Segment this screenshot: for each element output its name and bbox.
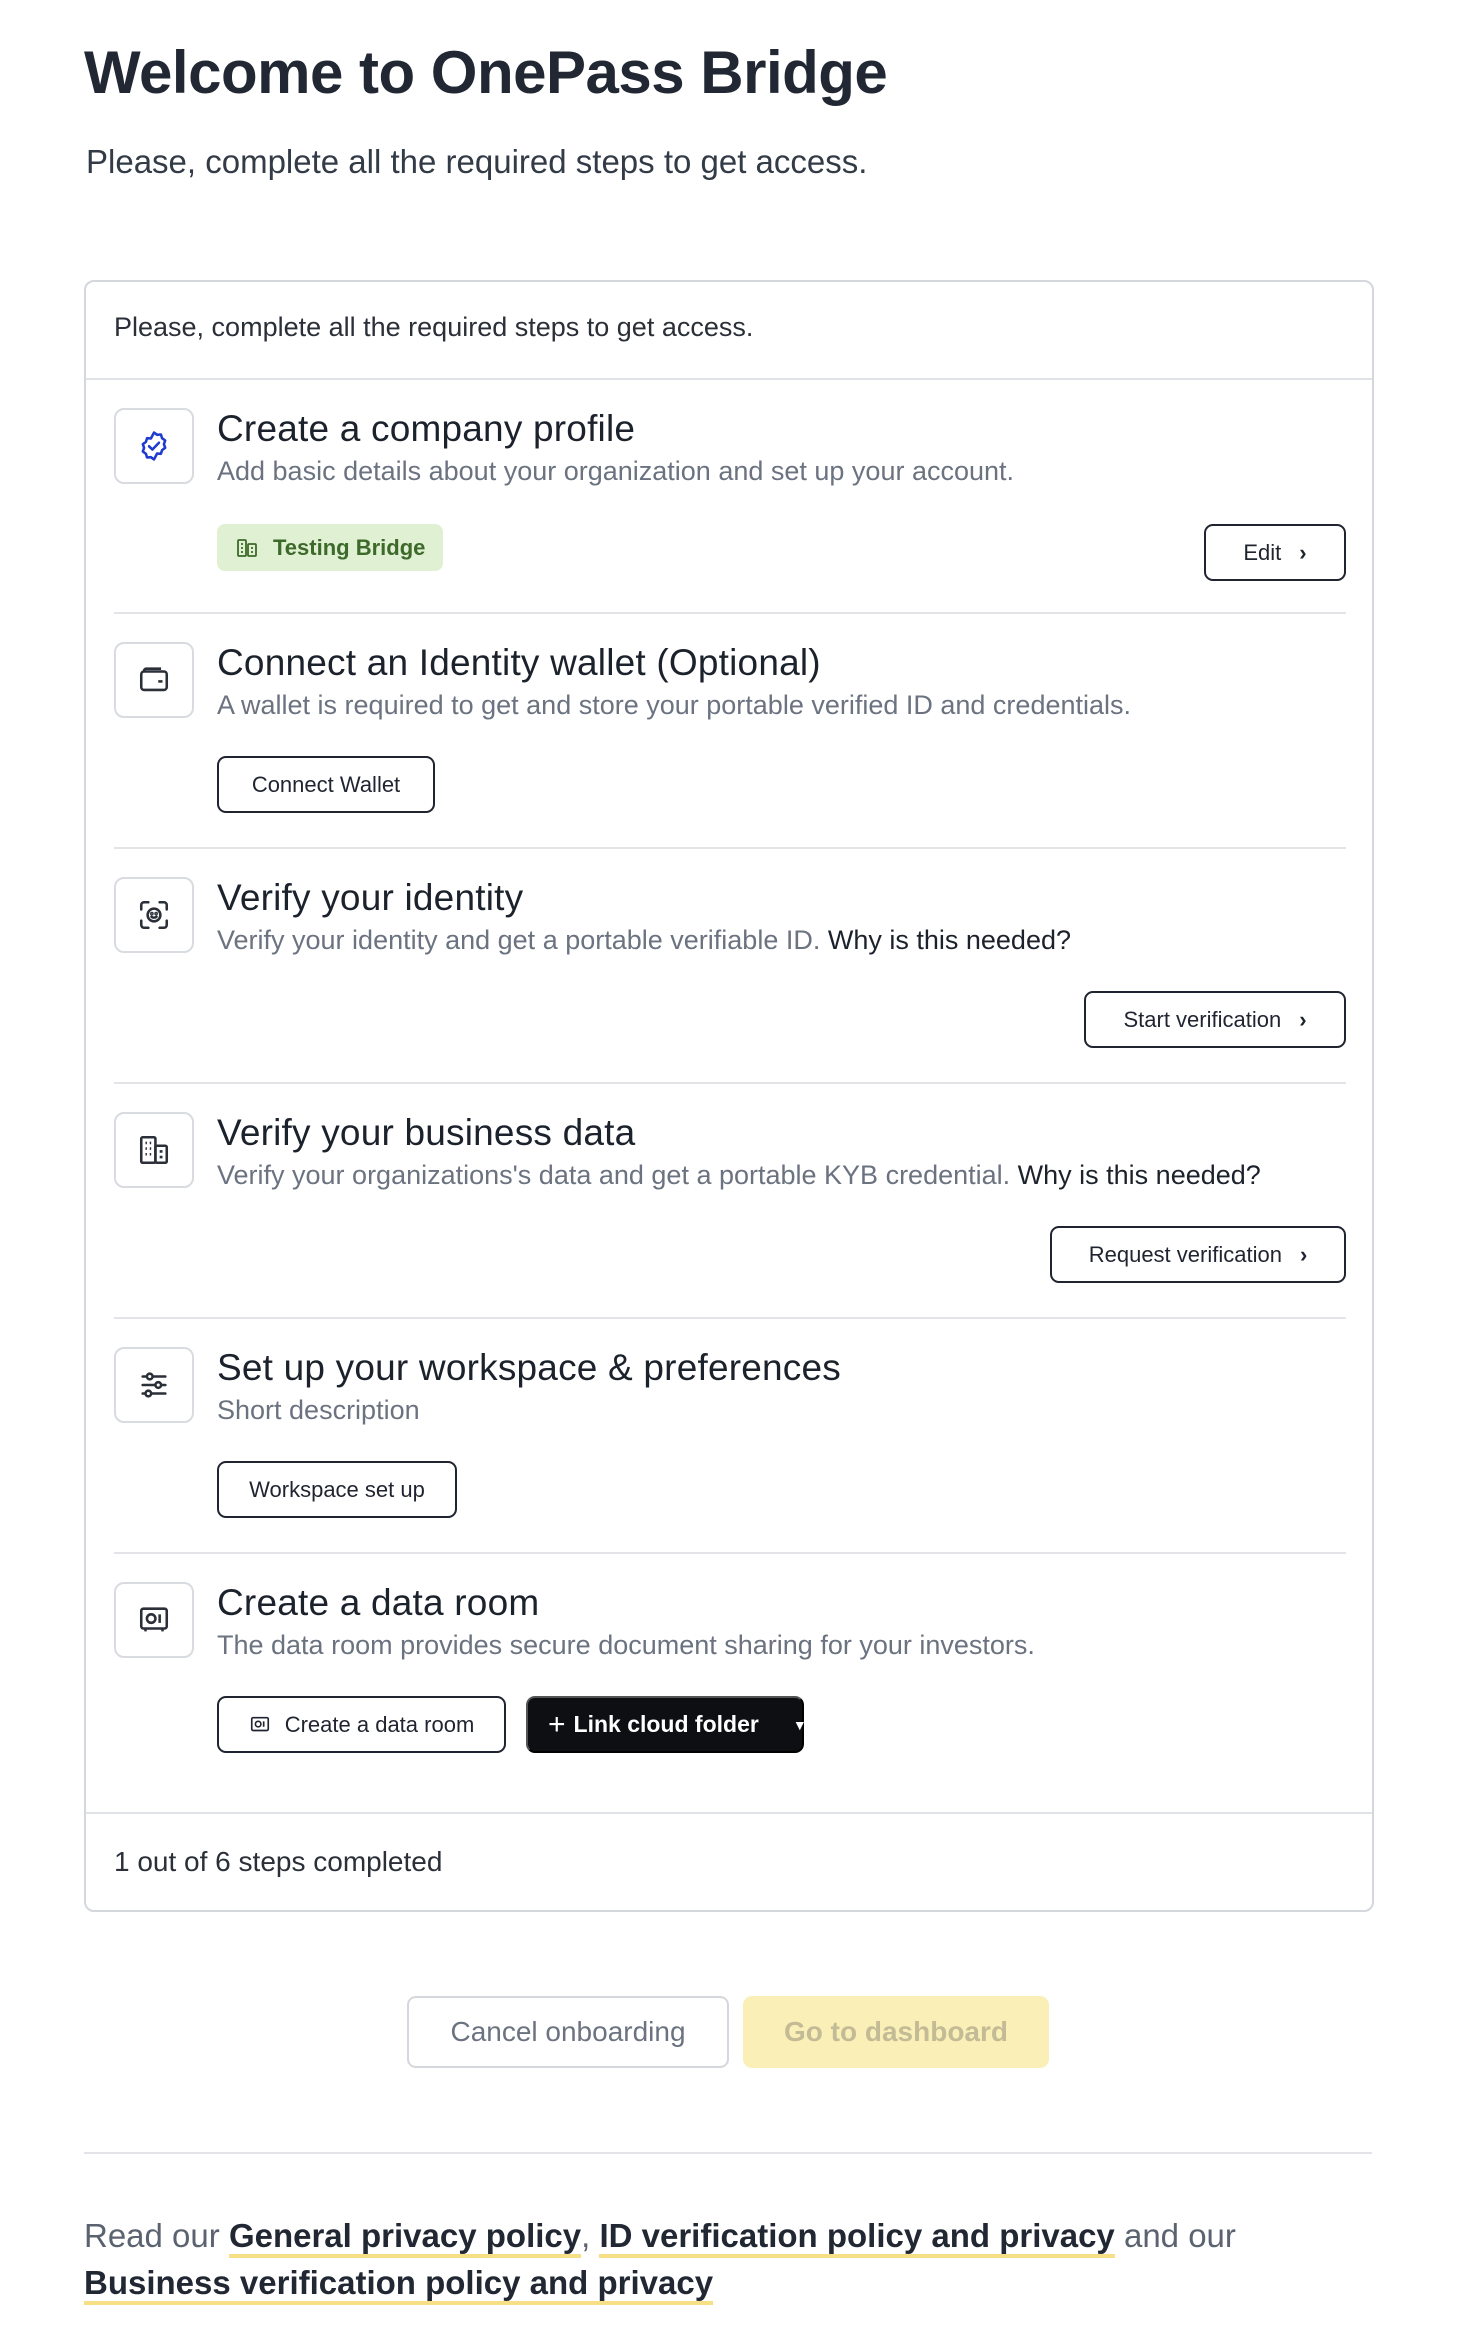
building-icon bbox=[114, 1112, 194, 1188]
wallet-icon bbox=[114, 642, 194, 718]
policy-prefix: Read our bbox=[84, 2217, 220, 2254]
id-verification-policy-link[interactable]: ID verification policy and privacy bbox=[599, 2217, 1115, 2258]
step-verify-business: Verify your business data Verify your or… bbox=[114, 1112, 1346, 1292]
step-verify-identity: Verify your identity Verify your identit… bbox=[114, 877, 1346, 1057]
edit-label: Edit bbox=[1243, 539, 1282, 565]
buildings-icon bbox=[237, 538, 257, 557]
chevron-right-icon: › bbox=[1299, 539, 1307, 565]
step-title: Create a data room bbox=[217, 1582, 540, 1623]
chevron-right-icon: › bbox=[1299, 1241, 1308, 1267]
step-title: Verify your business data bbox=[217, 1112, 636, 1153]
step-description: Verify your organizations's data and get… bbox=[217, 1160, 1261, 1191]
divider bbox=[114, 1082, 1346, 1084]
connect-wallet-button[interactable]: Connect Wallet bbox=[217, 756, 435, 813]
link-cloud-folder-button[interactable]: + Link cloud folder ▼ bbox=[526, 1696, 807, 1753]
step-workspace: Set up your workspace & preferences Shor… bbox=[114, 1347, 1346, 1527]
go-to-dashboard-button[interactable]: Go to dashboard bbox=[743, 1996, 1049, 2068]
divider bbox=[114, 612, 1346, 614]
policy-mid: and our bbox=[1123, 2217, 1236, 2254]
step-data-room: Create a data room The data room provide… bbox=[114, 1582, 1346, 1762]
policy-separator: , bbox=[581, 2217, 591, 2254]
step-description: A wallet is required to get and store yo… bbox=[217, 690, 1132, 720]
workspace-setup-button[interactable]: Workspace set up bbox=[217, 1461, 457, 1518]
request-verification-button[interactable]: Request verification › bbox=[1050, 1226, 1346, 1283]
business-verification-policy-link[interactable]: Business verification policy and privacy bbox=[84, 2264, 714, 2305]
sliders-icon bbox=[114, 1347, 194, 1423]
why-needed-link[interactable]: Why is this needed? bbox=[828, 925, 1071, 955]
general-privacy-link[interactable]: General privacy policy bbox=[228, 2217, 582, 2258]
create-data-room-label: Create a data room bbox=[284, 1711, 475, 1737]
divider bbox=[84, 2152, 1372, 2154]
step-description: Add basic details about your organizatio… bbox=[217, 456, 1015, 486]
step-description-text: Verify your identity and get a portable … bbox=[217, 925, 821, 955]
chevron-right-icon: › bbox=[1299, 1006, 1307, 1032]
step-description: The data room provides secure document s… bbox=[217, 1630, 1035, 1660]
divider bbox=[114, 1552, 1346, 1554]
caret-down-icon[interactable]: ▼ bbox=[793, 1717, 807, 1733]
company-name-badge: Testing Bridge bbox=[217, 524, 444, 571]
steps-card-header: Please, complete all the required steps … bbox=[86, 282, 1372, 380]
step-connect-wallet: Connect an Identity wallet (Optional) A … bbox=[114, 642, 1346, 822]
edit-company-button[interactable]: Edit › bbox=[1204, 524, 1346, 581]
start-verification-label: Start verification bbox=[1123, 1006, 1282, 1032]
divider bbox=[114, 847, 1346, 849]
start-verification-button[interactable]: Start verification › bbox=[1084, 991, 1346, 1048]
company-name: Testing Bridge bbox=[273, 534, 426, 560]
request-verification-label: Request verification bbox=[1088, 1241, 1282, 1267]
cancel-onboarding-button[interactable]: Cancel onboarding bbox=[407, 1996, 729, 2068]
vault-icon bbox=[114, 1582, 194, 1658]
face-scan-icon bbox=[114, 877, 194, 953]
divider bbox=[114, 1317, 1346, 1319]
action-bar: Cancel onboarding Go to dashboard bbox=[84, 1996, 1372, 2068]
step-title: Create a company profile bbox=[217, 408, 636, 449]
policy-notice: Read our General privacy policy, ID veri… bbox=[84, 2212, 1372, 2306]
step-title: Connect an Identity wallet (Optional) bbox=[217, 642, 821, 683]
step-company-profile: Create a company profile Add basic detai… bbox=[114, 408, 1346, 581]
step-description: Short description bbox=[217, 1395, 420, 1425]
create-data-room-button[interactable]: Create a data room bbox=[217, 1696, 506, 1753]
page-subtitle: Please, complete all the required steps … bbox=[86, 143, 868, 180]
step-description-text: Verify your organizations's data and get… bbox=[217, 1160, 1011, 1190]
why-needed-link[interactable]: Why is this needed? bbox=[1018, 1160, 1261, 1190]
verified-badge-icon bbox=[114, 408, 194, 484]
steps-card: Please, complete all the required steps … bbox=[84, 280, 1374, 1912]
vault-icon bbox=[250, 1716, 269, 1731]
link-cloud-folder-label: Link cloud folder bbox=[573, 1711, 759, 1737]
step-title: Set up your workspace & preferences bbox=[217, 1347, 841, 1388]
step-description: Verify your identity and get a portable … bbox=[217, 925, 1071, 956]
plus-icon: + bbox=[548, 1707, 566, 1741]
page-title: Welcome to OnePass Bridge bbox=[84, 39, 888, 106]
steps-progress: 1 out of 6 steps completed bbox=[86, 1812, 1372, 1910]
step-title: Verify your identity bbox=[217, 877, 524, 918]
